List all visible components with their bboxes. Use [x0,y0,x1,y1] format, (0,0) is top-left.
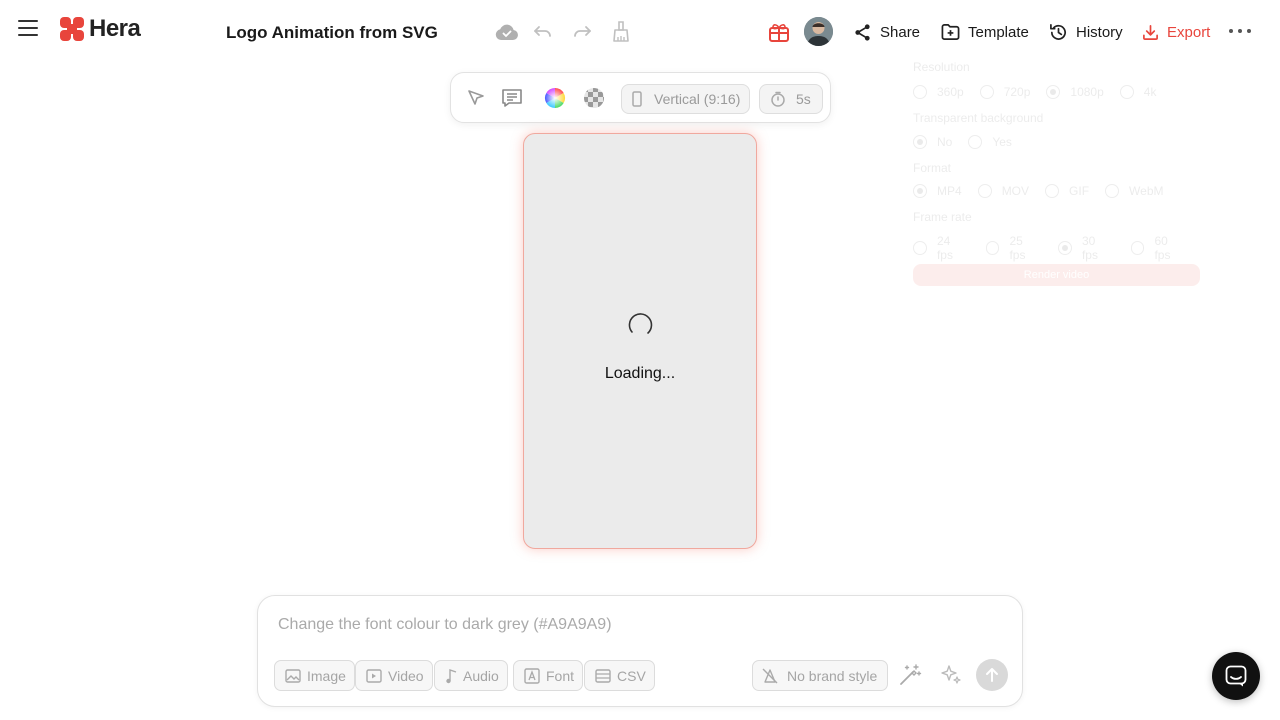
attach-csv-label: CSV [617,667,646,684]
attach-image-button[interactable]: Image [274,660,355,691]
prompt-box: Image Video Audio Font CSV No brand styl… [257,595,1023,707]
menu-icon[interactable] [18,20,38,36]
top-bar: Hera Logo Animation from SVG Share Templ… [0,0,1280,64]
export-label: Export [1167,23,1211,41]
attach-font-button[interactable]: Font [513,660,584,691]
download-icon [1143,24,1158,40]
framerate-heading: Frame rate [913,210,972,224]
format-option[interactable]: MOV [977,184,1029,198]
template-button[interactable]: Template [941,20,1029,44]
duration-label: 5s [796,91,811,107]
attach-video-label: Video [388,667,424,684]
send-button[interactable] [976,659,1008,691]
hera-logo[interactable]: Hera [59,15,141,43]
table-icon [595,668,611,683]
transparent-option[interactable]: No [913,135,952,149]
brand-style-label: No brand style [787,667,878,684]
brand-style-off-icon [762,668,778,683]
aspect-ratio-label: Vertical (9:16) [654,91,741,107]
template-label: Template [968,23,1029,41]
resolution-option[interactable]: 1080p [1046,85,1104,99]
arrow-up-icon [986,668,998,682]
magic-wand-icon[interactable] [898,663,922,687]
transparent-heading: Transparent background [913,111,1044,125]
app-name: Hera [89,15,141,42]
duration-selector[interactable]: 5s [759,84,823,114]
chat-icon [1225,665,1247,687]
redo-icon[interactable] [570,20,594,44]
user-avatar[interactable] [804,17,833,46]
format-option[interactable]: WebM [1105,184,1163,198]
brand-style-selector[interactable]: No brand style [752,660,889,691]
music-note-icon [446,668,457,683]
resolution-option[interactable]: 4k [1119,85,1156,99]
color-wheel-icon[interactable] [543,86,567,110]
history-icon [1050,23,1066,40]
framerate-option[interactable]: 60 fps [1130,234,1188,262]
prompt-input[interactable] [278,616,998,634]
hera-logo-mark-icon [60,17,84,41]
more-options-icon[interactable] [1229,29,1251,35]
export-button[interactable]: Export [1142,20,1210,44]
video-icon [366,668,382,683]
framerate-option[interactable]: 25 fps [985,234,1043,262]
transparency-icon[interactable] [582,86,606,110]
ai-sparkle-icon[interactable] [939,663,963,687]
select-cursor-icon[interactable] [464,86,488,110]
undo-icon[interactable] [531,20,555,44]
timer-icon [771,91,785,107]
comment-icon[interactable] [500,86,524,110]
resolution-options: 360p 720p 1080p 4k [913,85,1172,99]
share-icon [855,23,870,41]
attach-audio-button[interactable]: Audio [434,660,508,691]
resolution-option[interactable]: 360p [913,85,964,99]
image-icon [285,668,301,683]
render-button[interactable]: Render video [913,264,1200,286]
canvas-toolbar: Vertical (9:16) 5s [450,72,831,123]
transparent-options: No Yes [913,135,1028,149]
chat-support-button[interactable] [1212,652,1260,700]
attach-csv-button[interactable]: CSV [584,660,655,691]
attach-font-label: Font [546,667,575,684]
format-heading: Format [913,161,952,175]
font-icon [524,667,540,684]
gift-icon[interactable] [767,20,791,44]
resolution-option[interactable]: 720p [979,85,1030,99]
history-label: History [1076,23,1123,41]
share-label: Share [880,23,921,41]
attach-image-label: Image [307,667,346,684]
framerate-option[interactable]: 24 fps [913,234,970,262]
history-button[interactable]: History [1049,20,1123,44]
folder-plus-icon [941,24,960,40]
aspect-ratio-selector[interactable]: Vertical (9:16) [621,84,750,114]
resolution-heading: Resolution [913,60,970,74]
loading-text: Loading... [604,365,676,382]
transparent-option[interactable]: Yes [968,135,1012,149]
format-option[interactable]: MP4 [913,184,962,198]
share-button[interactable]: Share [853,20,920,44]
document-title[interactable]: Logo Animation from SVG [226,23,438,43]
format-options: MP4 MOV GIF WebM [913,184,1179,198]
format-option[interactable]: GIF [1045,184,1089,198]
attach-video-button[interactable]: Video [355,660,433,691]
clean-brush-icon[interactable] [609,20,633,44]
cloud-saved-icon[interactable] [495,20,519,44]
framerate-options: 24 fps 25 fps 30 fps 60 fps [913,234,1203,262]
phone-icon [632,91,642,107]
loading-spinner-icon [628,313,653,334]
framerate-option[interactable]: 30 fps [1058,234,1115,262]
video-canvas[interactable]: Loading... [523,133,757,549]
export-panel: Resolution 360p 720p 1080p 4k Transparen… [913,60,1203,290]
attach-audio-label: Audio [463,667,499,684]
